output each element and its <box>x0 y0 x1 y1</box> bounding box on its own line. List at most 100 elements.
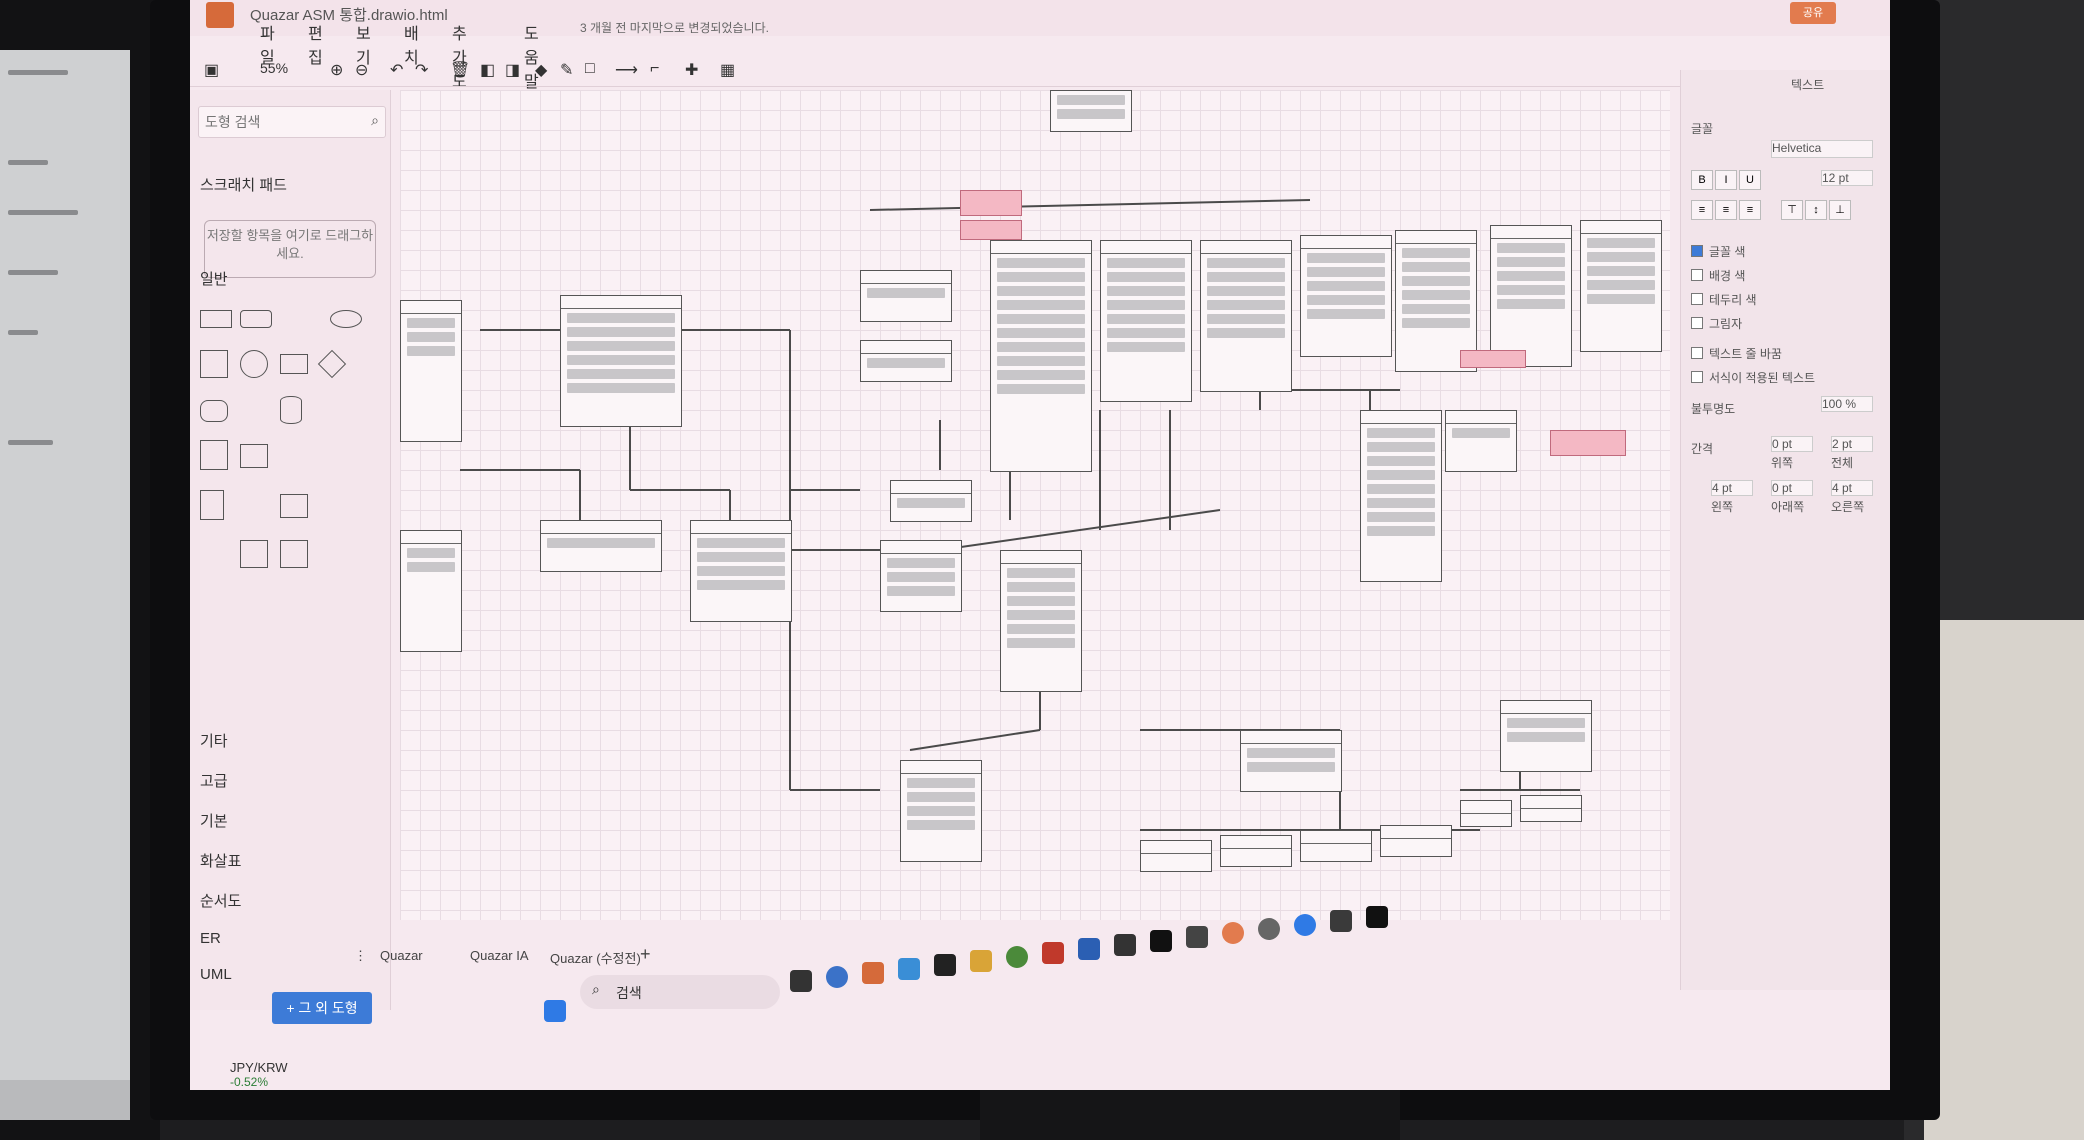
spacing-bottom-input[interactable]: 0 pt <box>1771 480 1813 496</box>
tab-quazar-ia[interactable]: Quazar IA <box>470 948 529 963</box>
zoom-level[interactable]: 55% <box>260 60 288 76</box>
general-section-title[interactable]: 일반 <box>200 268 228 289</box>
background-color-checkbox[interactable] <box>1691 269 1703 281</box>
formatted-text-checkbox[interactable] <box>1691 371 1703 383</box>
er-entity-table[interactable] <box>900 760 982 862</box>
taskbar-app-icon[interactable] <box>1258 918 1280 940</box>
er-entity-table[interactable] <box>1500 700 1592 772</box>
hexagon-shape[interactable] <box>200 400 228 422</box>
opacity-input[interactable]: 100 % <box>1821 396 1873 412</box>
stock-widget[interactable]: JPY/KRW -0.52% <box>230 1060 288 1089</box>
align-middle-button[interactable]: ↕ <box>1805 200 1827 220</box>
delete-icon[interactable]: 🗑 <box>450 60 470 80</box>
section-uml[interactable]: UML <box>200 966 232 983</box>
circle-shape[interactable] <box>240 350 268 378</box>
taskbar-app-icon[interactable] <box>1150 930 1172 952</box>
card-shape[interactable] <box>240 444 268 468</box>
square-shape[interactable] <box>200 350 228 378</box>
to-back-icon[interactable]: ◨ <box>505 60 520 80</box>
font-size-input[interactable]: 12 pt <box>1821 170 1873 186</box>
taskbar-chat-icon[interactable] <box>826 966 848 988</box>
er-entity-table[interactable] <box>860 270 952 322</box>
cylinder-shape[interactable] <box>280 396 302 424</box>
er-entity-table[interactable] <box>1580 220 1662 352</box>
italic-button[interactable]: I <box>1715 170 1737 190</box>
section-advanced[interactable]: 고급 <box>200 770 228 791</box>
er-entity-table[interactable] <box>1445 410 1517 472</box>
more-shapes-button[interactable]: + 그 외 도형 <box>272 992 372 1024</box>
view-toggle-icon[interactable]: ▣ <box>204 60 219 80</box>
last-modified-status[interactable]: 3 개월 전 마지막으로 변경되었습니다. <box>580 19 769 36</box>
diamond-shape[interactable] <box>317 349 347 379</box>
section-arrows[interactable]: 화살표 <box>200 850 241 871</box>
bold-button[interactable]: B <box>1691 170 1713 190</box>
section-basic[interactable]: 기본 <box>200 810 228 831</box>
align-top-button[interactable]: ⊤ <box>1781 200 1803 220</box>
taskbar-app-icon[interactable] <box>1186 926 1208 948</box>
er-entity-table[interactable] <box>990 240 1092 472</box>
note-shape[interactable] <box>200 490 224 520</box>
er-entity-table[interactable] <box>1050 90 1132 132</box>
search-icon[interactable]: ⌕ <box>371 112 379 129</box>
tab-options-icon[interactable]: ⋮ <box>354 948 367 964</box>
er-entity-table[interactable] <box>1200 240 1292 392</box>
er-entity-table[interactable] <box>1300 235 1392 357</box>
taskbar-app-icon[interactable] <box>898 958 920 980</box>
border-color-checkbox[interactable] <box>1691 293 1703 305</box>
redo-icon[interactable]: ↷ <box>415 60 428 80</box>
er-entity-table[interactable] <box>1490 225 1572 367</box>
er-entity-table[interactable] <box>1520 795 1582 822</box>
container-shape[interactable] <box>280 540 308 568</box>
rectangle-shape[interactable] <box>200 310 232 328</box>
align-center-button[interactable]: ≡ <box>1715 200 1737 220</box>
taskbar-folder-icon[interactable] <box>970 950 992 972</box>
line-color-icon[interactable]: ✎ <box>560 60 573 80</box>
share-button[interactable]: 공유 <box>1790 2 1836 24</box>
taskbar-app-icon[interactable] <box>1042 942 1064 964</box>
connection-icon[interactable]: ⟶ <box>615 60 638 80</box>
underline-button[interactable]: U <box>1739 170 1761 190</box>
section-er[interactable]: ER <box>200 930 221 947</box>
taskbar-app-icon[interactable] <box>790 970 812 992</box>
align-right-button[interactable]: ≡ <box>1739 200 1761 220</box>
er-entity-table[interactable] <box>890 480 972 522</box>
er-entity-table[interactable] <box>880 540 962 612</box>
scratchpad-title[interactable]: 스크래치 패드 <box>200 174 287 195</box>
zoom-in-icon[interactable]: ⊕ <box>330 60 343 80</box>
waypoints-icon[interactable]: ⌐ <box>650 60 659 78</box>
scratchpad-drop-area[interactable]: 저장할 항목을 여기로 드래그하세요. <box>204 220 376 278</box>
taskbar-word-icon[interactable] <box>1078 938 1100 960</box>
er-entity-table[interactable] <box>1220 835 1292 867</box>
font-family-select[interactable]: Helvetica <box>1771 140 1873 158</box>
er-entity-table[interactable] <box>1380 825 1452 857</box>
section-misc[interactable]: 기타 <box>200 730 228 751</box>
font-color-checkbox[interactable] <box>1691 245 1703 257</box>
shadow-checkbox[interactable] <box>1691 317 1703 329</box>
spacing-left-input[interactable]: 4 pt <box>1711 480 1753 496</box>
shape-search-input[interactable] <box>199 107 357 137</box>
er-entity-table[interactable] <box>860 340 952 382</box>
taskbar-app-icon[interactable] <box>934 954 956 976</box>
shadow-icon[interactable]: □ <box>585 60 595 78</box>
windows-search-box[interactable]: ⌕ 검색 <box>580 975 780 1009</box>
spacing-global-input[interactable]: 2 pt <box>1831 436 1873 452</box>
diagram-canvas[interactable] <box>400 90 1670 920</box>
annotation-note[interactable] <box>1460 350 1526 368</box>
taskbar-app-icon[interactable] <box>1222 922 1244 944</box>
process-shape[interactable] <box>280 354 308 374</box>
annotation-note[interactable] <box>960 220 1022 240</box>
er-entity-table[interactable] <box>1240 730 1342 792</box>
er-entity-table[interactable] <box>540 520 662 572</box>
er-entity-table[interactable] <box>1360 410 1442 582</box>
er-entity-table[interactable] <box>1100 240 1192 402</box>
spacing-right-input[interactable]: 4 pt <box>1831 480 1873 496</box>
er-entity-table[interactable] <box>1140 840 1212 872</box>
tape-shape[interactable] <box>240 540 268 568</box>
internal-storage-shape[interactable] <box>200 440 228 470</box>
tab-quazar-before-edit[interactable]: Quazar (수정전) <box>550 948 641 967</box>
taskbar-app-icon[interactable] <box>1366 906 1388 928</box>
text-tab[interactable]: 텍스트 <box>1791 76 1824 93</box>
er-entity-table[interactable] <box>560 295 682 427</box>
taskbar-app-icon[interactable] <box>862 962 884 984</box>
er-entity-table[interactable] <box>1000 550 1082 692</box>
